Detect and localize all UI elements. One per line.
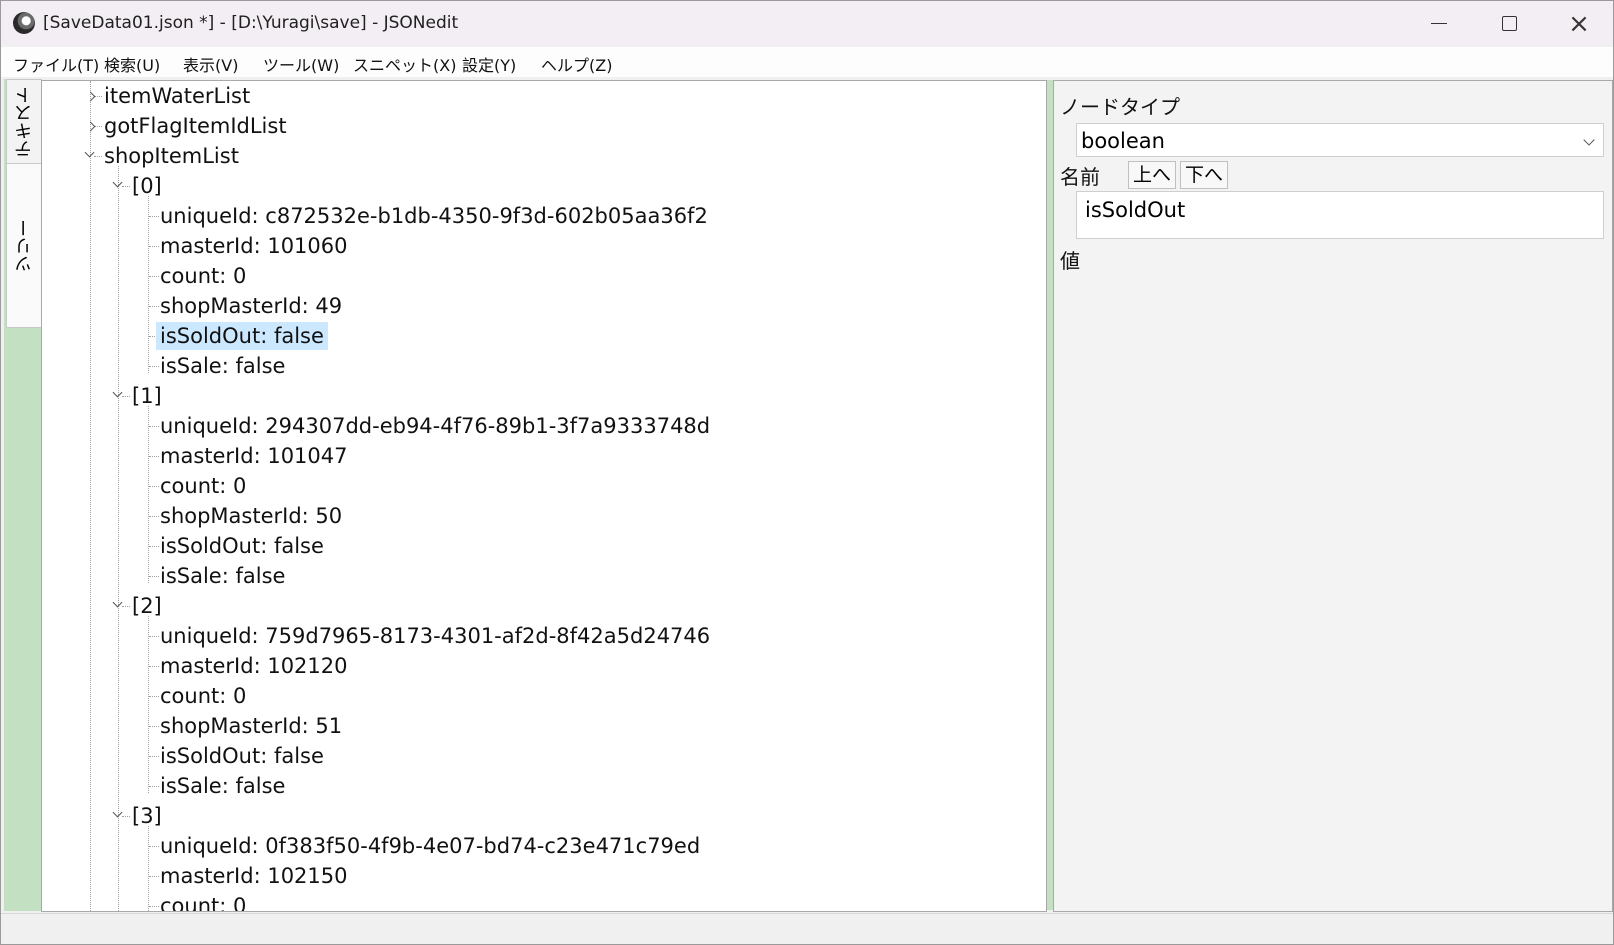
- tree-leaf[interactable]: count: 0: [156, 472, 250, 500]
- tab-tree-label: ツリー: [13, 218, 35, 273]
- name-label: 名前: [1060, 165, 1100, 189]
- menu-search[interactable]: 検索(U): [104, 52, 160, 76]
- close-icon: ×: [1568, 8, 1590, 39]
- app-window: [SaveData01.json *] - [D:\Yuragi\save] -…: [0, 0, 1614, 945]
- tree-leaf[interactable]: isSale: false: [156, 352, 289, 380]
- chevron-down-icon[interactable]: [84, 149, 96, 161]
- tree-guide-line: [148, 406, 149, 583]
- app-logo-icon: [13, 12, 35, 34]
- chevron-down-icon: [1583, 134, 1595, 146]
- tree-node-index[interactable]: [2]: [128, 592, 166, 620]
- tree-leaf[interactable]: isSoldOut: false: [156, 532, 328, 560]
- tree-leaf[interactable]: masterId: 101047: [156, 442, 352, 470]
- name-field[interactable]: isSoldOut: [1076, 191, 1604, 239]
- tab-text-label: テキスト: [13, 85, 35, 158]
- menu-bar: ファイル(T) 検索(U) 表示(V) ツール(W) スニペット(X) 設定(Y…: [1, 47, 1613, 77]
- tree-guide-line: [118, 166, 119, 911]
- tree-leaf[interactable]: isSoldOut: false: [156, 742, 328, 770]
- value-label: 値: [1060, 249, 1080, 273]
- menu-file[interactable]: ファイル(T): [13, 52, 99, 76]
- node-type-dropdown[interactable]: boolean: [1076, 123, 1604, 157]
- chevron-down-icon[interactable]: [112, 599, 124, 611]
- close-button[interactable]: ×: [1544, 1, 1613, 46]
- chevron-down-icon[interactable]: [112, 809, 124, 821]
- chevron-down-icon[interactable]: [112, 179, 124, 191]
- menu-tools[interactable]: ツール(W): [263, 52, 339, 76]
- tree-node-gotflagitemidlist[interactable]: gotFlagItemIdList: [100, 112, 291, 140]
- tree-node-index[interactable]: [3]: [128, 802, 166, 830]
- tree-node-index[interactable]: [1]: [128, 382, 166, 410]
- minimize-icon: [1431, 23, 1447, 24]
- tree-leaf[interactable]: masterId: 102120: [156, 652, 352, 680]
- tree-node-shopitemlist[interactable]: shopItemList: [100, 142, 243, 170]
- node-type-value: boolean: [1081, 129, 1165, 153]
- tree-leaf[interactable]: shopMasterId: 50: [156, 502, 346, 530]
- tree-leaf[interactable]: uniqueId: 294307dd-eb94-4f76-89b1-3f7a93…: [156, 412, 714, 440]
- tree-guide-line: [148, 196, 149, 373]
- tree-view[interactable]: itemWaterList gotFlagItemIdList shopItem…: [41, 80, 1047, 912]
- menu-view[interactable]: 表示(V): [183, 52, 238, 76]
- minimize-button[interactable]: [1404, 1, 1474, 46]
- tree-leaf[interactable]: isSale: false: [156, 772, 289, 800]
- chevron-right-icon[interactable]: [84, 91, 96, 103]
- side-tab-strip: テキスト ツリー: [4, 79, 42, 911]
- tree-leaf[interactable]: isSale: false: [156, 562, 289, 590]
- window-title: [SaveData01.json *] - [D:\Yuragi\save] -…: [43, 13, 459, 33]
- tree-guide-line: [148, 826, 149, 911]
- tree-guide-line: [148, 616, 149, 793]
- menu-snippets[interactable]: スニペット(X): [353, 52, 456, 76]
- tree-leaf[interactable]: shopMasterId: 49: [156, 292, 346, 320]
- tree-leaf[interactable]: count: 0: [156, 892, 250, 911]
- tree-node-index[interactable]: [0]: [128, 172, 166, 200]
- tree-leaf-selected[interactable]: isSoldOut: false: [156, 322, 328, 350]
- tree-guide-line: [90, 81, 91, 911]
- maximize-button[interactable]: [1474, 1, 1544, 46]
- move-down-button[interactable]: 下へ: [1180, 161, 1229, 189]
- tree-leaf[interactable]: uniqueId: 759d7965-8173-4301-af2d-8f42a5…: [156, 622, 714, 650]
- tree-leaf[interactable]: shopMasterId: 51: [156, 712, 346, 740]
- properties-panel: ノードタイプ boolean 名前 上へ 下へ isSoldOut 値: [1053, 80, 1613, 912]
- tree-leaf[interactable]: uniqueId: c872532e-b1db-4350-9f3d-602b05…: [156, 202, 712, 230]
- tree-leaf[interactable]: count: 0: [156, 262, 250, 290]
- menu-settings[interactable]: 設定(Y): [462, 52, 516, 76]
- title-bar: [SaveData01.json *] - [D:\Yuragi\save] -…: [1, 1, 1613, 46]
- move-up-button[interactable]: 上へ: [1128, 161, 1177, 189]
- maximize-icon: [1501, 16, 1517, 31]
- tree-leaf[interactable]: masterId: 101060: [156, 232, 352, 260]
- node-type-label: ノードタイプ: [1060, 95, 1180, 119]
- chevron-right-icon[interactable]: [84, 121, 96, 133]
- tree-leaf[interactable]: masterId: 102150: [156, 862, 352, 890]
- menu-help[interactable]: ヘルプ(Z): [541, 52, 612, 76]
- tab-text[interactable]: テキスト: [6, 79, 42, 164]
- status-bar: [1, 913, 1613, 944]
- tab-tree[interactable]: ツリー: [6, 163, 42, 328]
- tree-leaf[interactable]: count: 0: [156, 682, 250, 710]
- tree-node-itemwaterlist[interactable]: itemWaterList: [100, 82, 254, 110]
- chevron-down-icon[interactable]: [112, 389, 124, 401]
- tree-leaf[interactable]: uniqueId: 0f383f50-4f9b-4e07-bd74-c23e47…: [156, 832, 704, 860]
